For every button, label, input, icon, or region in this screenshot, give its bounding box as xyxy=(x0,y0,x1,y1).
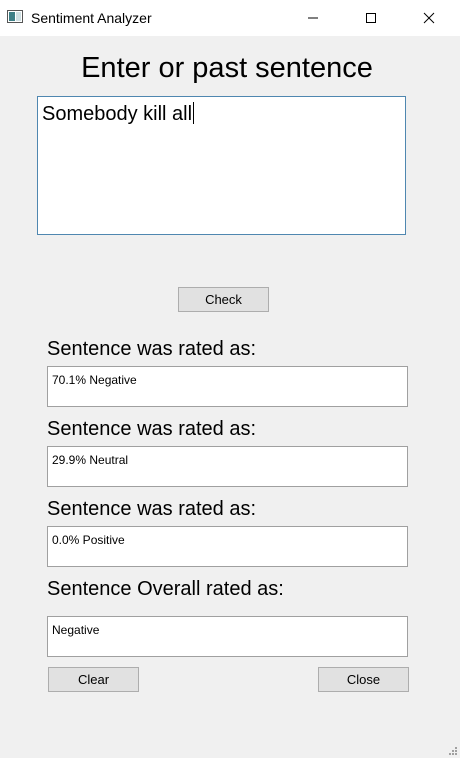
check-button[interactable]: Check xyxy=(178,287,269,312)
neutral-rating-value: 29.9% Neutral xyxy=(52,453,129,467)
app-window-icon xyxy=(7,10,23,23)
negative-rating-field[interactable]: 70.1% Negative xyxy=(47,366,408,407)
negative-rating-label: Sentence was rated as: xyxy=(47,338,257,360)
positive-rating-value: 0.0% Positive xyxy=(52,533,125,547)
negative-rating-value: 70.1% Negative xyxy=(52,373,137,387)
maximize-icon xyxy=(366,13,376,23)
close-button[interactable]: Close xyxy=(318,667,409,692)
overall-rating-value: Negative xyxy=(52,623,100,637)
title-bar[interactable]: Sentiment Analyzer xyxy=(0,0,460,36)
neutral-rating-label: Sentence was rated as: xyxy=(47,418,257,440)
sentence-input[interactable]: Somebody kill all xyxy=(37,96,406,235)
resize-grip-icon[interactable] xyxy=(448,746,458,756)
positive-rating-label: Sentence was rated as: xyxy=(47,498,257,520)
page-heading: Enter or past sentence xyxy=(81,52,373,84)
window-title: Sentiment Analyzer xyxy=(31,10,152,26)
clear-button[interactable]: Clear xyxy=(48,667,139,692)
maximize-button[interactable] xyxy=(348,0,394,36)
neutral-rating-field[interactable]: 29.9% Neutral xyxy=(47,446,408,487)
sentence-input-value: Somebody kill all xyxy=(42,103,193,125)
positive-rating-field[interactable]: 0.0% Positive xyxy=(47,526,408,567)
close-window-button[interactable] xyxy=(406,0,452,36)
minimize-icon xyxy=(308,17,318,19)
overall-rating-label: Sentence Overall rated as: xyxy=(47,578,284,600)
minimize-button[interactable] xyxy=(290,0,336,36)
text-caret xyxy=(193,102,195,124)
overall-rating-field[interactable]: Negative xyxy=(47,616,408,657)
close-icon xyxy=(423,12,435,24)
